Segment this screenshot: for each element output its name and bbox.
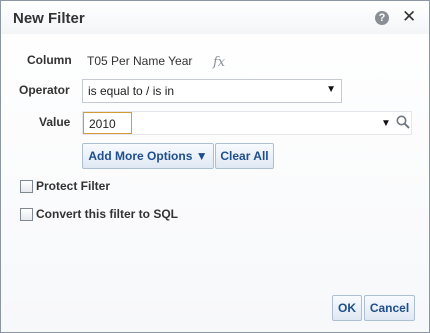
value-input[interactable]: 2010	[83, 112, 132, 134]
column-label: Column	[27, 53, 72, 67]
new-filter-dialog: New Filter ? ✕ Column T05 Per Name Year …	[0, 0, 430, 333]
value-dropdown-icon[interactable]: ▼	[381, 118, 391, 129]
protect-filter-label: Protect Filter	[36, 179, 111, 193]
clear-all-button[interactable]: Clear All	[215, 143, 274, 169]
convert-to-sql-label: Convert this filter to SQL	[36, 207, 179, 221]
operator-label: Operator	[19, 83, 70, 97]
help-icon[interactable]: ?	[375, 11, 389, 25]
value-input-text: 2010	[89, 117, 116, 131]
close-icon[interactable]: ✕	[402, 8, 416, 25]
column-value: T05 Per Name Year	[87, 54, 193, 68]
value-label: Value	[39, 115, 71, 129]
operator-selected-value: is equal to / is in	[88, 84, 175, 98]
add-more-options-button[interactable]: Add More Options ▼	[82, 143, 214, 169]
dialog-titlebar: New Filter ? ✕	[1, 1, 429, 34]
convert-to-sql-checkbox[interactable]	[20, 208, 33, 221]
ok-button[interactable]: OK	[332, 295, 362, 321]
fx-icon[interactable]: fx	[213, 55, 225, 70]
search-icon[interactable]	[395, 114, 411, 130]
protect-filter-checkbox[interactable]	[20, 180, 33, 193]
dialog-title: New Filter	[13, 10, 85, 27]
chevron-down-icon[interactable]: ▼	[326, 84, 336, 95]
operator-select[interactable]: is equal to / is in ▼	[82, 79, 342, 103]
value-field[interactable]: 2010 ▼	[82, 111, 412, 135]
cancel-button[interactable]: Cancel	[364, 295, 415, 321]
